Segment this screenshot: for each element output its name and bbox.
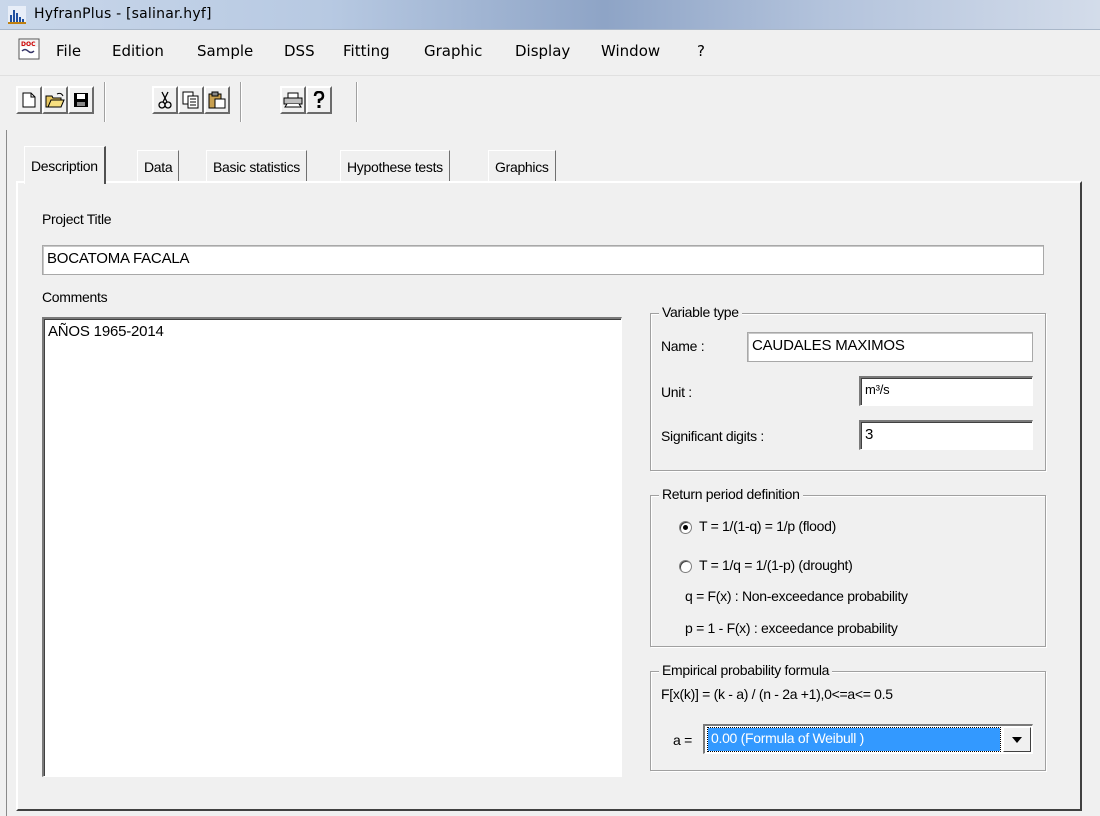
- app-logo-icon: [8, 6, 26, 24]
- drought-radio[interactable]: [679, 560, 692, 573]
- comments-label: Comments: [42, 289, 108, 305]
- non-exceedance-note: q = F(x) : Non-exceedance probability: [685, 588, 908, 604]
- project-title-label: Project Title: [42, 211, 112, 227]
- a-formula-selected-value: 0.00 (Formula of Weibull ): [707, 727, 1001, 752]
- variable-name-input[interactable]: CAUDALES MAXIMOS: [747, 332, 1033, 362]
- menu-window[interactable]: Window: [601, 42, 660, 60]
- copy-button[interactable]: [178, 86, 204, 114]
- tab-graphics-label: Graphics: [495, 158, 549, 175]
- tab-description-label: Description: [31, 157, 98, 174]
- tab-basic-statistics-label: Basic statistics: [213, 158, 300, 175]
- return-period-group: Return period definition T = 1/(1-q) = 1…: [650, 486, 1046, 647]
- print-button[interactable]: [280, 86, 306, 114]
- exceedance-note: p = 1 - F(x) : exceedance probability: [685, 620, 898, 636]
- menu-help[interactable]: ?: [697, 42, 705, 60]
- menu-file[interactable]: File: [56, 42, 81, 60]
- empirical-formula-text: F[x(k)] = (k - a) / (n - 2a +1),0<=a<= 0…: [661, 686, 893, 702]
- save-icon: [74, 93, 88, 107]
- menu-display[interactable]: Display: [515, 42, 570, 60]
- dropdown-arrow-button[interactable]: [1003, 727, 1031, 752]
- tab-basic-statistics[interactable]: Basic statistics: [206, 150, 307, 182]
- help-button[interactable]: [306, 86, 332, 114]
- description-page: Project Title BOCATOMA FACALA Comments A…: [16, 181, 1082, 811]
- unit-label: Unit :: [661, 384, 692, 400]
- cut-button[interactable]: [152, 86, 178, 114]
- toolbar: [0, 76, 1100, 130]
- tab-data-label: Data: [144, 158, 173, 175]
- variable-type-group: Variable type Name : CAUDALES MAXIMOS Un…: [650, 304, 1046, 471]
- print-icon: [283, 92, 303, 108]
- menu-bar: DOC File Edition Sample DSS Fitting Grap…: [0, 30, 1100, 76]
- cut-icon: [158, 91, 172, 109]
- tab-hypothese-tests-label: Hypothese tests: [347, 158, 443, 175]
- tab-data[interactable]: Data: [137, 150, 180, 182]
- unit-input[interactable]: m³/s: [859, 376, 1033, 406]
- new-file-icon: [22, 92, 36, 108]
- new-button[interactable]: [16, 86, 42, 114]
- return-period-legend: Return period definition: [659, 486, 803, 502]
- name-label: Name :: [661, 338, 705, 354]
- paste-icon: [208, 91, 226, 109]
- window-title: HyfranPlus - [salinar.hyf]: [34, 6, 212, 22]
- save-button[interactable]: [68, 86, 94, 114]
- a-label: a =: [673, 732, 692, 748]
- document-icon[interactable]: DOC: [18, 38, 40, 60]
- empirical-probability-group: Empirical probability formula F[x(k)] = …: [650, 662, 1046, 771]
- menu-edition[interactable]: Edition: [112, 42, 164, 60]
- svg-text:DOC: DOC: [21, 41, 36, 48]
- paste-button[interactable]: [204, 86, 230, 114]
- a-formula-select[interactable]: 0.00 (Formula of Weibull ): [703, 724, 1033, 754]
- open-folder-icon: [45, 92, 65, 108]
- tab-hypothese-tests[interactable]: Hypothese tests: [340, 150, 450, 182]
- drought-option-label[interactable]: T = 1/q = 1/(1-p) (drought): [699, 557, 853, 573]
- menu-dss[interactable]: DSS: [284, 42, 315, 60]
- tab-description[interactable]: Description: [24, 146, 106, 184]
- open-button[interactable]: [42, 86, 68, 114]
- help-icon: [313, 91, 325, 108]
- comments-textarea[interactable]: AÑOS 1965-2014: [42, 317, 622, 777]
- empirical-probability-legend: Empirical probability formula: [659, 662, 833, 678]
- variable-type-legend: Variable type: [659, 304, 742, 320]
- menu-graphic[interactable]: Graphic: [424, 42, 482, 60]
- project-title-input[interactable]: BOCATOMA FACALA: [42, 245, 1044, 275]
- significant-digits-label: Significant digits :: [661, 428, 764, 444]
- title-bar: HyfranPlus - [salinar.hyf]: [0, 0, 1100, 30]
- flood-radio[interactable]: [679, 521, 692, 534]
- copy-icon: [182, 91, 199, 109]
- chevron-down-icon: [1012, 736, 1022, 743]
- menu-sample[interactable]: Sample: [197, 42, 253, 60]
- menu-fitting[interactable]: Fitting: [343, 42, 390, 60]
- tab-graphics[interactable]: Graphics: [488, 150, 556, 182]
- significant-digits-input[interactable]: 3: [859, 420, 1033, 450]
- flood-option-label[interactable]: T = 1/(1-q) = 1/p (flood): [699, 518, 836, 534]
